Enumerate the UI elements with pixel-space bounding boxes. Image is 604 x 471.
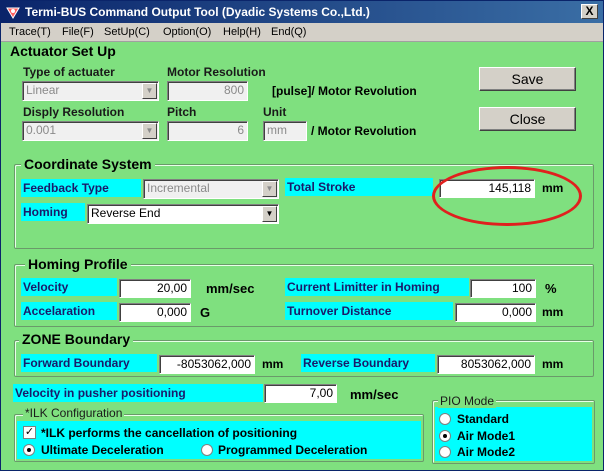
acceleration-unit: G (200, 305, 211, 320)
reverse-boundary-unit: mm (542, 357, 564, 371)
velocity-input[interactable]: 20,00 (119, 279, 191, 298)
programmed-deceleration-label: Programmed Deceleration (218, 443, 368, 457)
app-icon (6, 7, 20, 19)
motor-resolution-label: Motor Resolution (167, 65, 266, 79)
ultimate-deceleration-label: Ultimate Deceleration (41, 443, 164, 457)
forward-boundary-label: Forward Boundary (21, 354, 157, 372)
unit-label: Unit (263, 105, 287, 119)
turnover-distance-input[interactable]: 0,000 (455, 303, 536, 322)
pusher-velocity-label: Velocity in pusher positioning (13, 384, 263, 402)
motor-resolution-unit: [pulse]/ Motor Revolution (272, 84, 417, 98)
pio-standard-radio[interactable] (439, 413, 451, 425)
menu-setup[interactable]: SetUp(C) (104, 26, 150, 38)
pusher-velocity-unit: mm/sec (350, 387, 399, 402)
zone-boundary-title: ZONE Boundary (19, 331, 134, 347)
current-limitter-input[interactable]: 100 (470, 279, 536, 298)
menu-option[interactable]: Option(O) (163, 26, 211, 38)
save-button[interactable]: Save (479, 67, 576, 91)
velocity-label: Velocity (21, 278, 117, 296)
homing-profile-title: Homing Profile (25, 256, 131, 272)
pio-air-mode1-radio[interactable] (439, 430, 451, 442)
forward-boundary-unit: mm (262, 357, 284, 371)
velocity-unit: mm/sec (206, 281, 255, 296)
annotation-ellipse (432, 166, 582, 226)
feedback-type-label: Feedback Type (21, 179, 141, 197)
menu-help[interactable]: Help(H) (223, 26, 261, 38)
unit-input[interactable]: mm (263, 121, 307, 141)
app-window: Termi-BUS Command Output Tool (Dyadic Sy… (0, 0, 604, 471)
pio-air-mode1-label: Air Mode1 (457, 429, 516, 443)
display-resolution-select[interactable]: 0.001 ▼ (22, 121, 159, 141)
title-bar[interactable]: Termi-BUS Command Output Tool (Dyadic Sy… (1, 1, 603, 23)
pusher-velocity-input[interactable]: 7,00 (264, 384, 337, 403)
feedback-type-select[interactable]: Incremental ▼ (143, 179, 279, 199)
actuator-section-title: Actuator Set Up (10, 43, 116, 59)
acceleration-input[interactable]: 0,000 (119, 303, 191, 322)
menu-trace[interactable]: Trace(T) (9, 26, 51, 38)
close-button[interactable]: Close (479, 107, 576, 131)
feedback-type-value: Incremental (147, 181, 210, 195)
chevron-down-icon[interactable]: ▼ (142, 83, 157, 99)
pio-air-mode2-radio[interactable] (439, 446, 451, 458)
actuator-type-select[interactable]: Linear ▼ (22, 81, 159, 101)
current-limitter-label: Current Limitter in Homing (285, 278, 469, 296)
total-stroke-label: Total Stroke (285, 178, 433, 196)
pio-mode-title: PIO Mode (438, 394, 497, 408)
homing-label: Homing (21, 203, 85, 221)
ilk-configuration-title: *ILK Configuration (23, 406, 125, 420)
window-title: Termi-BUS Command Output Tool (Dyadic Sy… (25, 5, 370, 19)
menu-end[interactable]: End(Q) (271, 26, 306, 38)
coordinate-section-title: Coordinate System (21, 156, 155, 172)
actuator-type-label: Type of actuater (23, 65, 115, 79)
pitch-input[interactable]: 6 (167, 121, 248, 141)
turnover-distance-label: Turnover Distance (285, 302, 453, 320)
window-close-button[interactable]: X (581, 4, 598, 19)
acceleration-label: Accelaration (21, 302, 117, 320)
pitch-label: Pitch (167, 105, 197, 119)
homing-value: Reverse End (91, 206, 161, 220)
menu-file[interactable]: File(F) (62, 26, 94, 38)
display-resolution-value: 0.001 (26, 123, 57, 137)
unit-suffix: / Motor Revolution (311, 124, 417, 138)
actuator-type-value: Linear (26, 83, 60, 97)
ilk-checkbox-label: *ILK performs the cancellation of positi… (41, 426, 298, 440)
turnover-distance-unit: mm (542, 305, 564, 319)
chevron-down-icon[interactable]: ▼ (262, 181, 277, 197)
current-limitter-unit: % (545, 281, 557, 296)
chevron-down-icon[interactable]: ▼ (142, 123, 157, 139)
reverse-boundary-label: Reverse Boundary (301, 354, 435, 372)
programmed-deceleration-radio[interactable] (201, 444, 213, 456)
chevron-down-icon[interactable]: ▼ (262, 206, 277, 222)
menu-bar: Trace(T) File(F) SetUp(C) Option(O) Help… (1, 23, 603, 42)
display-resolution-label: Disply Resolution (23, 105, 125, 119)
ultimate-deceleration-radio[interactable] (23, 444, 35, 456)
pio-standard-label: Standard (457, 412, 510, 426)
motor-resolution-input[interactable]: 800 (167, 81, 248, 101)
forward-boundary-input[interactable]: -8053062,000 (159, 355, 255, 374)
ilk-checkbox[interactable]: ✓ (23, 426, 36, 439)
pio-air-mode2-label: Air Mode2 (457, 445, 516, 459)
homing-select[interactable]: Reverse End ▼ (87, 204, 279, 224)
reverse-boundary-input[interactable]: 8053062,000 (437, 355, 535, 374)
